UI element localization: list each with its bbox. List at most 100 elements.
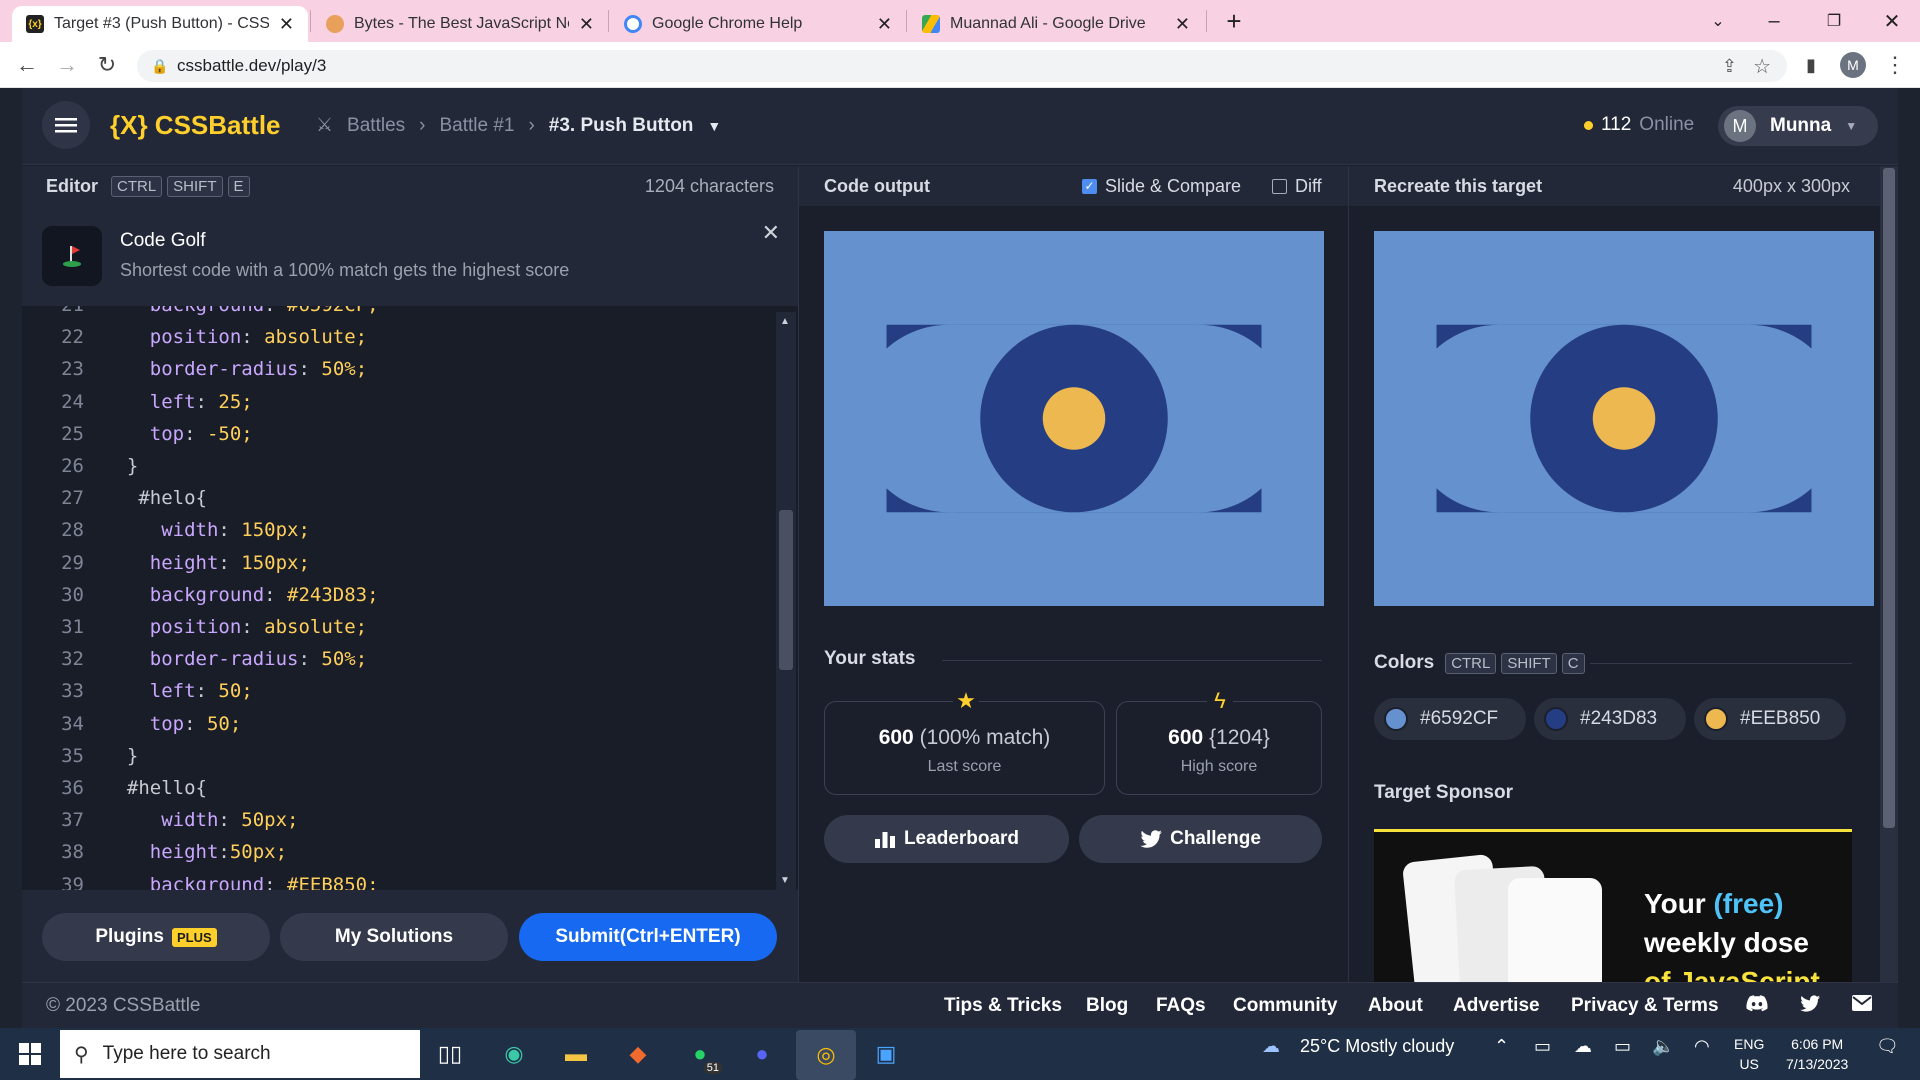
twitter-icon[interactable] xyxy=(1800,995,1820,1018)
language-indicator[interactable]: ENG US xyxy=(1734,1034,1764,1074)
code-line[interactable]: border-radius: 50%; xyxy=(104,358,367,380)
submit-button[interactable]: Submit(Ctrl+ENTER) xyxy=(519,913,777,961)
breadcrumb-current[interactable]: #3. Push Button xyxy=(549,115,694,137)
code-line[interactable]: position: absolute; xyxy=(104,616,367,638)
footer-link-blog[interactable]: Blog xyxy=(1086,995,1128,1017)
diff-toggle[interactable]: Diff xyxy=(1272,176,1322,197)
code-line[interactable]: height: 150px; xyxy=(104,552,310,574)
caret-down-icon[interactable]: ▼ xyxy=(707,118,721,134)
code-line[interactable]: } xyxy=(104,455,138,477)
code-line[interactable]: background: #EEB850; xyxy=(104,874,379,890)
mail-icon[interactable] xyxy=(1852,995,1872,1017)
code-line[interactable]: #hello{ xyxy=(104,777,207,799)
battery-icon[interactable]: ▭ xyxy=(1614,1036,1631,1057)
slide-compare-toggle[interactable]: ✓ Slide & Compare xyxy=(1082,176,1241,197)
volume-icon[interactable]: 🔈 xyxy=(1652,1036,1674,1057)
color-chip-bg[interactable]: #6592CF xyxy=(1374,698,1526,740)
footer-link-faqs[interactable]: FAQs xyxy=(1156,995,1206,1017)
windows-start-icon[interactable] xyxy=(12,1036,48,1072)
cssbattle-logo[interactable]: {X} CSSBattle xyxy=(110,110,281,141)
photos-icon[interactable]: ▣ xyxy=(868,1036,904,1072)
code-line[interactable]: border-radius: 50%; xyxy=(104,648,367,670)
task-view-icon[interactable]: ▯▯ xyxy=(432,1036,468,1072)
tab-bytes[interactable]: Bytes - The Best JavaScript News ✕ xyxy=(312,6,608,42)
checkbox-checked-icon[interactable]: ✓ xyxy=(1082,178,1097,194)
discord-app-icon[interactable]: ● xyxy=(744,1036,780,1072)
share-icon[interactable]: ⇪ xyxy=(1722,56,1737,77)
google-favicon-icon xyxy=(624,15,642,33)
url-bar[interactable]: 🔒 cssbattle.dev/play/3 ⇪ ☆ xyxy=(137,50,1787,82)
code-line[interactable]: background: #6592CF; xyxy=(104,306,379,316)
weather-icon[interactable]: ☁ xyxy=(1262,1036,1280,1057)
code-line[interactable]: width: 150px; xyxy=(104,519,310,541)
footer-link-privacy[interactable]: Privacy & Terms xyxy=(1571,995,1719,1017)
close-icon[interactable]: ✕ xyxy=(1175,14,1190,35)
breadcrumb-battles[interactable]: Battles xyxy=(347,115,405,137)
editor-scroll-thumb[interactable] xyxy=(779,510,793,670)
checkbox-icon[interactable] xyxy=(1272,178,1287,194)
back-icon[interactable]: ← xyxy=(12,50,42,80)
forward-icon[interactable]: → xyxy=(52,50,82,80)
code-line[interactable]: height:50px; xyxy=(104,841,287,863)
file-explorer-icon[interactable]: ▬ xyxy=(558,1036,594,1072)
footer-link-tips[interactable]: Tips & Tricks xyxy=(944,995,1062,1017)
restore-icon[interactable]: ❐ xyxy=(1812,6,1856,36)
tab-search-icon[interactable]: ⌄ xyxy=(1696,6,1740,36)
onedrive-icon[interactable]: ☁ xyxy=(1574,1036,1592,1057)
hamburger-menu-button[interactable] xyxy=(42,101,90,149)
page-scroll-thumb[interactable] xyxy=(1883,168,1895,828)
breadcrumb-battle[interactable]: Battle #1 xyxy=(439,115,514,137)
tab-chrome-help[interactable]: Google Chrome Help ✕ xyxy=(610,6,906,42)
edge-icon[interactable]: ◉ xyxy=(496,1036,532,1072)
challenge-button[interactable]: Challenge xyxy=(1079,815,1322,863)
close-icon[interactable]: ✕ xyxy=(579,14,594,35)
tab-google-drive[interactable]: Muannad Ali - Google Drive ✕ xyxy=(908,6,1204,42)
weather-text[interactable]: 25°C Mostly cloudy xyxy=(1300,1036,1454,1057)
code-line[interactable]: left: 25; xyxy=(104,391,253,413)
whatsapp-icon[interactable]: ● 51 xyxy=(682,1036,722,1074)
code-line[interactable]: top: 50; xyxy=(104,713,242,735)
color-chip-yellow[interactable]: #EEB850 xyxy=(1694,698,1846,740)
code-editor[interactable]: 21 background: #6592CF; 22 position: abso… xyxy=(22,306,798,890)
close-icon[interactable]: ✕ xyxy=(877,14,892,35)
sponsor-banner[interactable]: Your (free) weekly dose of JavaScript xyxy=(1374,829,1852,982)
bookmark-star-icon[interactable]: ☆ xyxy=(1753,54,1771,79)
line-number: 24 xyxy=(61,390,84,413)
my-solutions-button[interactable]: My Solutions xyxy=(280,913,508,961)
notification-icon[interactable]: 🗨 xyxy=(1876,1036,1899,1057)
chrome-menu-icon[interactable]: ⋮ xyxy=(1880,50,1910,80)
page-scrollbar[interactable] xyxy=(1880,166,1898,982)
code-line[interactable]: } xyxy=(104,745,138,767)
reload-icon[interactable]: ↻ xyxy=(92,50,122,80)
user-menu-button[interactable]: M Munna ▼ xyxy=(1718,106,1878,146)
side-panel-icon[interactable]: ▮ xyxy=(1796,50,1826,80)
code-line[interactable]: #helo{ xyxy=(104,487,207,509)
footer-link-advertise[interactable]: Advertise xyxy=(1453,995,1540,1017)
leaderboard-button[interactable]: Leaderboard xyxy=(824,815,1069,863)
chevron-up-icon[interactable]: ⌃ xyxy=(1494,1036,1509,1057)
profile-avatar[interactable]: M xyxy=(1838,50,1868,80)
code-line[interactable]: width: 50px; xyxy=(104,809,298,831)
color-chip-dark[interactable]: #243D83 xyxy=(1534,698,1686,740)
discord-icon[interactable] xyxy=(1746,995,1768,1018)
close-icon[interactable]: ✕ xyxy=(762,220,780,246)
code-output-canvas[interactable] xyxy=(824,231,1324,606)
code-line[interactable]: left: 50; xyxy=(104,680,253,702)
brave-icon[interactable]: ◆ xyxy=(620,1036,656,1072)
window-close-icon[interactable]: ✕ xyxy=(1870,6,1914,36)
clock[interactable]: 6:06 PM 7/13/2023 xyxy=(1786,1034,1848,1074)
taskbar-search[interactable]: ⚲ Type here to search xyxy=(60,1030,420,1078)
minimize-icon[interactable]: – xyxy=(1752,6,1796,36)
code-line[interactable]: position: absolute; xyxy=(104,326,367,348)
footer-link-community[interactable]: Community xyxy=(1233,995,1338,1017)
code-line[interactable]: top: -50; xyxy=(104,423,253,445)
chrome-taskbar-icon[interactable]: ◎ xyxy=(796,1030,856,1080)
code-line[interactable]: background: #243D83; xyxy=(104,584,379,606)
meet-icon[interactable]: ▭ xyxy=(1534,1036,1551,1057)
tab-cssbattle[interactable]: {x} Target #3 (Push Button) - CSSBat ✕ xyxy=(12,6,308,42)
new-tab-icon[interactable]: + xyxy=(1212,6,1256,36)
close-icon[interactable]: ✕ xyxy=(279,14,294,35)
wifi-icon[interactable]: ◠ xyxy=(1694,1036,1710,1057)
plugins-button[interactable]: Plugins PLUS xyxy=(42,913,270,961)
footer-link-about[interactable]: About xyxy=(1368,995,1423,1017)
